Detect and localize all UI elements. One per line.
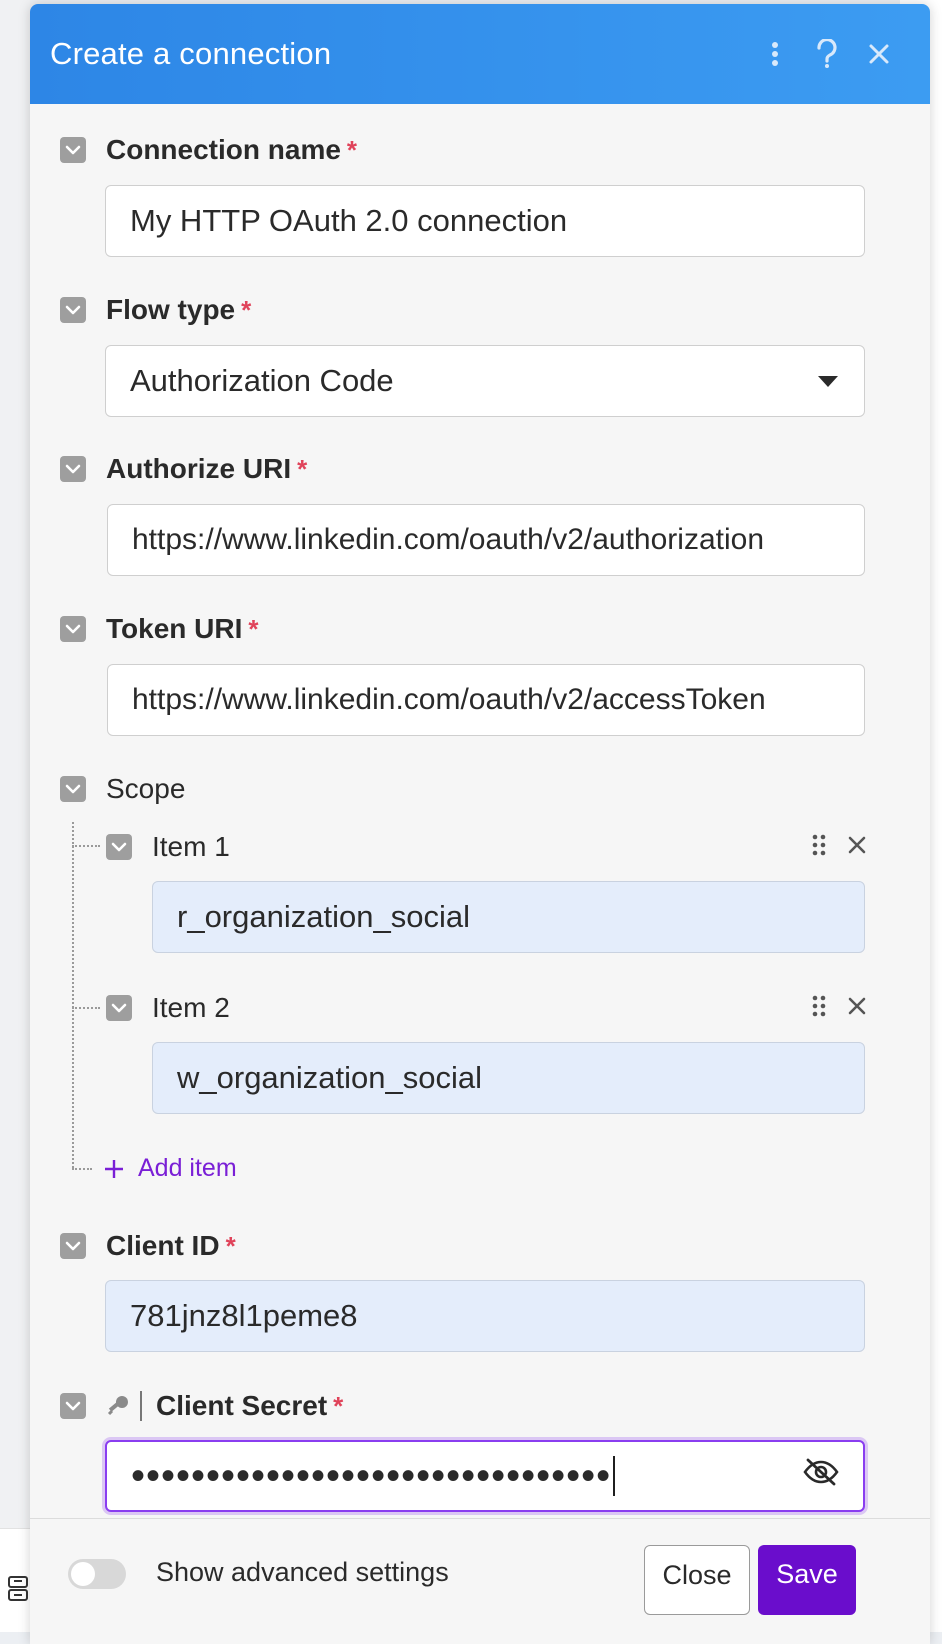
tray-icon[interactable] — [8, 1575, 28, 1608]
client-id-label: Client ID — [106, 1230, 220, 1261]
required-mark: * — [297, 453, 308, 484]
client-id-value: 781jnz8l1peme8 — [130, 1298, 358, 1333]
scope-item-1-label: Item 1 — [152, 831, 230, 862]
scope-item-1-value: r_organization_social — [177, 899, 470, 934]
authorize-uri-label: Authorize URI — [106, 453, 292, 484]
dialog-title: Create a connection — [50, 36, 332, 71]
scope-item-2-input[interactable]: w_organization_social — [152, 1042, 865, 1114]
scope-item-2-label: Item 2 — [152, 992, 230, 1023]
required-mark: * — [241, 294, 252, 325]
close-button[interactable]: Close — [644, 1545, 750, 1615]
create-connection-dialog: Create a connection Connection name * My… — [30, 4, 930, 1644]
key-icon — [106, 1391, 156, 1421]
advanced-settings-label: Show advanced settings — [156, 1557, 449, 1587]
background-left-toolbar — [0, 1528, 30, 1632]
tree-line — [72, 1168, 92, 1170]
collapse-toggle-icon[interactable] — [60, 297, 86, 323]
tree-line — [72, 845, 100, 847]
client-secret-value: •••••••••••••••••••••••••••••••• — [131, 1453, 612, 1498]
required-mark: * — [333, 1390, 344, 1421]
text-cursor — [613, 1456, 616, 1496]
drag-handle-icon[interactable] — [812, 834, 826, 861]
help-icon[interactable] — [802, 29, 852, 79]
tree-line — [72, 1007, 100, 1009]
collapse-toggle-icon[interactable] — [60, 137, 86, 163]
scope-label: Scope — [106, 773, 186, 804]
more-vertical-icon[interactable] — [750, 29, 800, 79]
advanced-settings-toggle[interactable] — [68, 1559, 126, 1589]
token-uri-value: https://www.linkedin.com/oauth/v2/access… — [132, 683, 766, 716]
drag-handle-icon[interactable] — [812, 995, 826, 1022]
plus-icon — [105, 1159, 123, 1178]
authorize-uri-header: Authorize URI * — [60, 453, 307, 485]
required-mark: * — [346, 134, 358, 165]
connection-name-value: My HTTP OAuth 2.0 connection — [130, 203, 568, 238]
collapse-toggle-icon[interactable] — [60, 1233, 86, 1259]
client-id-header: Client ID * — [60, 1230, 236, 1262]
required-mark: * — [248, 613, 259, 644]
dialog-header: Create a connection — [30, 4, 930, 104]
background-left-strip — [0, 0, 30, 1632]
client-id-input[interactable]: 781jnz8l1peme8 — [105, 1280, 865, 1352]
authorize-uri-value: https://www.linkedin.com/oauth/v2/author… — [132, 523, 765, 556]
connection-name-label: Connection name — [106, 134, 341, 165]
close-icon[interactable] — [854, 29, 904, 79]
required-mark: * — [225, 1230, 236, 1261]
tree-line — [72, 822, 74, 1168]
collapse-toggle-icon[interactable] — [106, 995, 132, 1021]
authorize-uri-input[interactable]: https://www.linkedin.com/oauth/v2/author… — [107, 504, 865, 576]
dialog-footer: Show advanced settings Close Save — [30, 1518, 930, 1644]
add-item-label: Add item — [138, 1154, 237, 1182]
save-button[interactable]: Save — [758, 1545, 856, 1615]
client-secret-input[interactable]: •••••••••••••••••••••••••••••••• — [105, 1440, 865, 1512]
collapse-toggle-icon[interactable] — [60, 616, 86, 642]
flow-type-select[interactable]: Authorization Code — [105, 345, 865, 417]
add-item-button[interactable]: Add item — [104, 1154, 237, 1183]
token-uri-label: Token URI — [106, 613, 243, 644]
connection-name-input[interactable]: My HTTP OAuth 2.0 connection — [105, 185, 865, 257]
collapse-toggle-icon[interactable] — [106, 834, 132, 860]
token-uri-header: Token URI * — [60, 613, 259, 645]
remove-item-icon[interactable] — [848, 997, 866, 1020]
flow-type-value: Authorization Code — [130, 363, 394, 398]
connection-name-header: Connection name * — [60, 134, 357, 166]
scope-header: Scope — [60, 773, 185, 805]
hide-password-icon[interactable] — [803, 1458, 839, 1494]
collapse-toggle-icon[interactable] — [60, 456, 86, 482]
scope-item-2-header: Item 2 — [106, 992, 866, 1024]
flow-type-header: Flow type * — [60, 294, 251, 326]
token-uri-input[interactable]: https://www.linkedin.com/oauth/v2/access… — [107, 664, 865, 736]
scope-item-1-header: Item 1 — [106, 831, 866, 863]
client-secret-label: Client Secret — [156, 1390, 328, 1421]
client-secret-header: Client Secret * — [60, 1390, 343, 1422]
collapse-toggle-icon[interactable] — [60, 1393, 86, 1419]
flow-type-label: Flow type — [106, 294, 236, 325]
scope-item-1-input[interactable]: r_organization_social — [152, 881, 865, 953]
scope-item-2-value: w_organization_social — [177, 1060, 483, 1095]
collapse-toggle-icon[interactable] — [60, 776, 86, 802]
dropdown-caret-icon — [818, 375, 838, 387]
remove-item-icon[interactable] — [848, 836, 866, 859]
